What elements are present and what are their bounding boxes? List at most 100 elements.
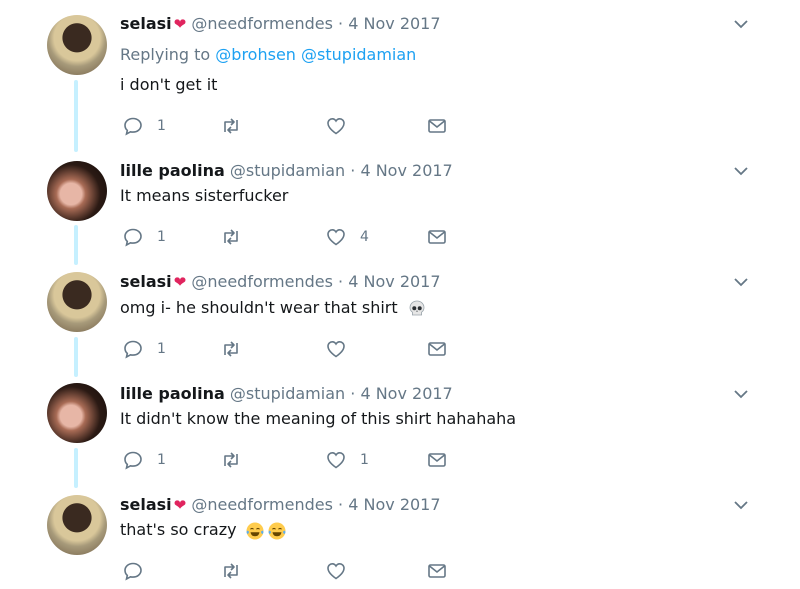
reply-icon bbox=[124, 451, 142, 470]
message-icon bbox=[428, 564, 446, 578]
tweet-date[interactable]: 4 Nov 2017 bbox=[348, 14, 440, 33]
retweet-icon bbox=[224, 341, 238, 357]
tweet-text: omg i- he shouldn't wear that shirt bbox=[120, 298, 427, 319]
tweet-text: i don't get it bbox=[120, 75, 218, 94]
retweet-button[interactable] bbox=[220, 115, 242, 137]
reply-button[interactable] bbox=[122, 560, 157, 582]
thread-line bbox=[74, 448, 78, 488]
retweet-icon bbox=[224, 118, 238, 134]
chevron-down-icon[interactable] bbox=[733, 388, 749, 400]
tears-of-joy-emoji bbox=[268, 522, 286, 539]
tweet-date[interactable]: 4 Nov 2017 bbox=[348, 272, 440, 291]
user-handle[interactable]: @needformendes bbox=[191, 14, 333, 33]
message-button[interactable] bbox=[426, 560, 448, 582]
like-icon bbox=[327, 562, 345, 580]
tweet-actions: 1 1 bbox=[120, 449, 760, 471]
tweet-text: It didn't know the meaning of this shirt… bbox=[120, 409, 517, 428]
like-button[interactable] bbox=[325, 560, 360, 582]
user-handle[interactable]: @stupidamian bbox=[230, 161, 345, 180]
message-button[interactable] bbox=[426, 115, 448, 137]
tweet-text-content: omg i- he shouldn't wear that shirt bbox=[120, 298, 398, 317]
separator-dot: · bbox=[338, 495, 344, 514]
like-icon bbox=[327, 117, 345, 135]
display-name[interactable]: selasi bbox=[120, 495, 172, 514]
reply-count: 1 bbox=[157, 118, 166, 134]
chevron-down-icon[interactable] bbox=[733, 499, 749, 511]
display-name[interactable]: selasi bbox=[120, 14, 172, 33]
retweet-icon bbox=[224, 452, 238, 468]
message-icon bbox=[428, 119, 446, 133]
like-button[interactable] bbox=[325, 338, 360, 360]
message-button[interactable] bbox=[426, 449, 448, 471]
like-count: 1 bbox=[360, 452, 369, 468]
reply-button[interactable]: 1 bbox=[122, 226, 166, 248]
like-icon bbox=[327, 228, 345, 246]
mention-link[interactable]: @brohsen bbox=[215, 45, 296, 64]
reply-count: 1 bbox=[157, 341, 166, 357]
replying-label: Replying to bbox=[120, 45, 211, 64]
tears-of-joy-emoji bbox=[246, 522, 264, 539]
retweet-button[interactable] bbox=[220, 226, 242, 248]
retweet-icon bbox=[224, 563, 238, 579]
message-icon bbox=[428, 342, 446, 356]
tweet-header: lille paolina @stupidamian · 4 Nov 2017 bbox=[120, 161, 453, 181]
tweet-header: selasi ❤ @needformendes · 4 Nov 2017 bbox=[120, 14, 441, 34]
heart-emoji: ❤ bbox=[173, 15, 187, 33]
tweet-date[interactable]: 4 Nov 2017 bbox=[360, 161, 452, 180]
like-icon bbox=[327, 451, 345, 469]
reply-button[interactable]: 1 bbox=[122, 115, 166, 137]
chevron-down-icon[interactable] bbox=[733, 165, 749, 177]
retweet-button[interactable] bbox=[220, 338, 242, 360]
tweet-actions bbox=[120, 560, 760, 582]
message-button[interactable] bbox=[426, 338, 448, 360]
tweet-actions: 1 4 bbox=[120, 226, 760, 248]
tweet-header: selasi ❤ @needformendes · 4 Nov 2017 bbox=[120, 495, 441, 515]
reply-button[interactable]: 1 bbox=[122, 449, 166, 471]
reply-icon bbox=[124, 562, 142, 581]
tweet-date[interactable]: 4 Nov 2017 bbox=[348, 495, 440, 514]
display-name[interactable]: selasi bbox=[120, 272, 172, 291]
thread-line bbox=[74, 225, 78, 265]
avatar[interactable] bbox=[47, 272, 107, 332]
separator-dot: · bbox=[350, 384, 356, 403]
tweet-text: that's so crazy bbox=[120, 520, 287, 541]
user-handle[interactable]: @stupidamian bbox=[230, 384, 345, 403]
separator-dot: · bbox=[338, 14, 344, 33]
retweet-button[interactable] bbox=[220, 560, 242, 582]
tweet-date[interactable]: 4 Nov 2017 bbox=[360, 384, 452, 403]
separator-dot: · bbox=[350, 161, 356, 180]
chevron-down-icon[interactable] bbox=[733, 276, 749, 288]
retweet-button[interactable] bbox=[220, 449, 242, 471]
thread-line bbox=[74, 80, 78, 152]
like-button[interactable]: 1 bbox=[325, 449, 369, 471]
mention-link[interactable]: @stupidamian bbox=[301, 45, 416, 64]
reply-button[interactable]: 1 bbox=[122, 338, 166, 360]
separator-dot: · bbox=[338, 272, 344, 291]
avatar[interactable] bbox=[47, 161, 107, 221]
avatar[interactable] bbox=[47, 495, 107, 555]
message-icon bbox=[428, 230, 446, 244]
chevron-down-icon[interactable] bbox=[733, 18, 749, 30]
reply-icon bbox=[124, 340, 142, 359]
display-name[interactable]: lille paolina bbox=[120, 384, 225, 403]
avatar[interactable] bbox=[47, 15, 107, 75]
message-icon bbox=[428, 453, 446, 467]
retweet-icon bbox=[224, 229, 238, 245]
reply-icon bbox=[124, 228, 142, 247]
tweet-header: lille paolina @stupidamian · 4 Nov 2017 bbox=[120, 384, 453, 404]
reply-count: 1 bbox=[157, 452, 166, 468]
like-button[interactable] bbox=[325, 115, 360, 137]
tweet-header: selasi ❤ @needformendes · 4 Nov 2017 bbox=[120, 272, 441, 292]
heart-emoji: ❤ bbox=[173, 496, 187, 514]
user-handle[interactable]: @needformendes bbox=[191, 495, 333, 514]
user-handle[interactable]: @needformendes bbox=[191, 272, 333, 291]
reply-icon bbox=[124, 117, 142, 136]
reply-count: 1 bbox=[157, 229, 166, 245]
tweet-actions: 1 bbox=[120, 338, 760, 360]
like-count: 4 bbox=[360, 229, 369, 245]
message-button[interactable] bbox=[426, 226, 448, 248]
display-name[interactable]: lille paolina bbox=[120, 161, 225, 180]
like-button[interactable]: 4 bbox=[325, 226, 369, 248]
avatar[interactable] bbox=[47, 383, 107, 443]
tweet-actions: 1 bbox=[120, 115, 760, 137]
